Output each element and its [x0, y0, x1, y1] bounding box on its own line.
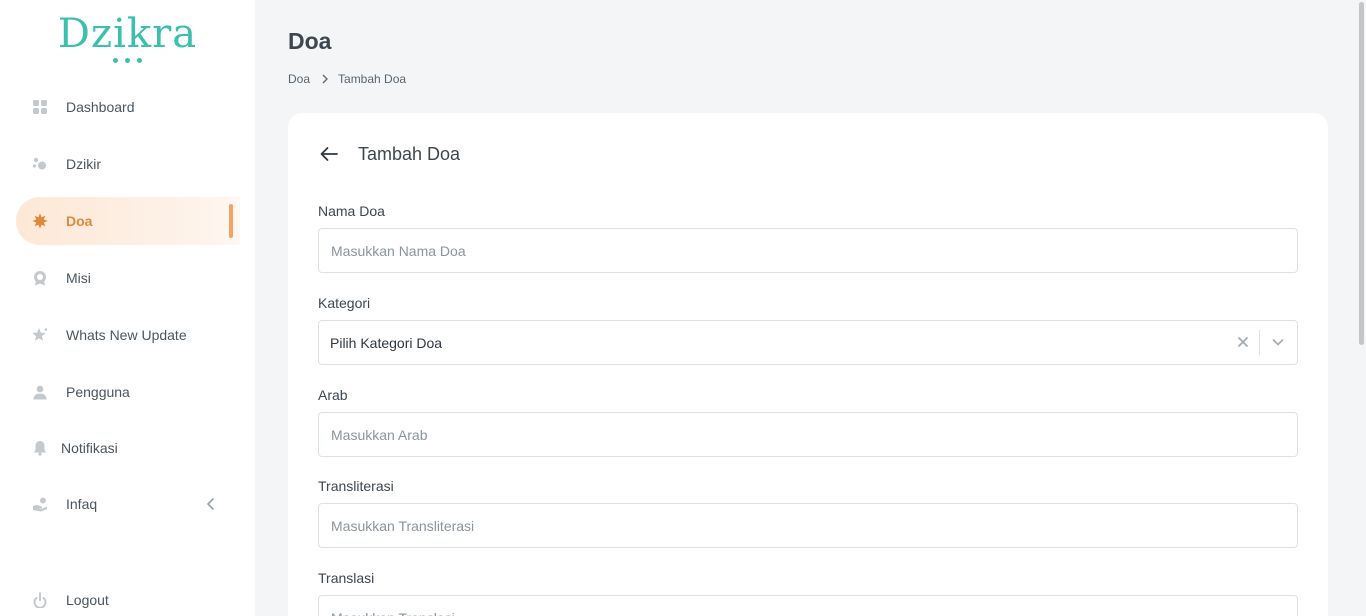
translasi-label: Translasi	[318, 570, 375, 586]
sidebar-item-label: Dzikir	[66, 156, 101, 172]
award-badge-icon	[32, 270, 48, 286]
app-logo[interactable]: Dzikra	[0, 12, 255, 63]
bell-icon	[32, 440, 48, 456]
sidebar-item-label: Infaq	[66, 496, 98, 512]
clear-icon[interactable]	[1235, 334, 1251, 350]
kategori-select[interactable]: Pilih Kategori Doa	[318, 320, 1298, 365]
sidebar-item-dashboard[interactable]: Dashboard	[16, 83, 240, 131]
sidebar-item-pengguna[interactable]: Pengguna	[16, 368, 240, 416]
user-icon	[32, 384, 48, 400]
chevron-down-icon[interactable]	[1270, 334, 1286, 350]
logout-button[interactable]: Logout	[16, 576, 240, 616]
form-title: Tambah Doa	[358, 143, 461, 164]
sidebar-item-label: Misi	[66, 270, 91, 286]
sidebar-item-notifikasi[interactable]: Notifikasi	[16, 424, 240, 472]
form-card: Tambah Doa Nama Doa Kategori Pilih Kateg…	[288, 113, 1328, 616]
sidebar-item-dzikir[interactable]: Dzikir	[16, 140, 240, 188]
active-indicator	[229, 204, 233, 238]
sidebar-item-label: Notifikasi	[61, 440, 118, 456]
sidebar-item-infaq[interactable]: Infaq	[16, 480, 240, 528]
kategori-selected-value: Pilih Kategori Doa	[330, 335, 443, 351]
breadcrumb-item-tambah-doa: Tambah Doa	[338, 72, 407, 86]
sidebar-item-label: Doa	[66, 213, 93, 229]
breadcrumb-item-doa[interactable]: Doa	[288, 72, 310, 86]
translasi-input[interactable]	[319, 596, 1297, 616]
logout-label: Logout	[66, 592, 109, 608]
back-arrow-icon[interactable]	[318, 143, 340, 165]
arab-input[interactable]	[319, 413, 1297, 456]
arab-label: Arab	[318, 387, 348, 403]
nama-doa-field[interactable]	[318, 228, 1298, 273]
kategori-label: Kategori	[318, 295, 371, 311]
transliterasi-input[interactable]	[319, 504, 1297, 547]
power-icon	[32, 592, 48, 608]
logo-dots	[0, 58, 255, 63]
chevron-left-icon[interactable]	[204, 497, 218, 516]
dashboard-grid-icon	[32, 99, 48, 115]
sidebar-item-doa[interactable]: Doa	[16, 197, 240, 245]
sidebar-item-whats-new-update[interactable]: Whats New Update	[16, 311, 240, 359]
arab-field[interactable]	[318, 412, 1298, 457]
hand-donation-icon	[32, 496, 48, 512]
sidebar: Dzikra Dashboard Dzikir Doa Misi Whats N…	[0, 0, 255, 616]
page-scrollbar[interactable]	[1358, 0, 1366, 616]
star-burst-icon	[32, 213, 48, 229]
sparkle-star-icon	[32, 327, 48, 343]
page-title: Doa	[288, 28, 332, 54]
nama-doa-label: Nama Doa	[318, 203, 385, 219]
select-divider	[1259, 330, 1260, 355]
card-header: Tambah Doa	[318, 143, 460, 165]
transliterasi-label: Transliterasi	[318, 478, 394, 494]
nama-doa-input[interactable]	[319, 229, 1297, 272]
chevron-right-icon	[321, 74, 329, 84]
sidebar-item-misi[interactable]: Misi	[16, 254, 240, 302]
scrollbar-thumb[interactable]	[1359, 2, 1364, 345]
sidebar-item-label: Dashboard	[66, 99, 135, 115]
prayer-beads-icon	[32, 156, 48, 172]
transliterasi-field[interactable]	[318, 503, 1298, 548]
logo-text: Dzikra	[57, 11, 198, 57]
sidebar-item-label: Pengguna	[66, 384, 130, 400]
translasi-field[interactable]	[318, 595, 1298, 616]
breadcrumb: Doa Tambah Doa	[288, 72, 406, 86]
sidebar-item-label: Whats New Update	[66, 327, 187, 343]
